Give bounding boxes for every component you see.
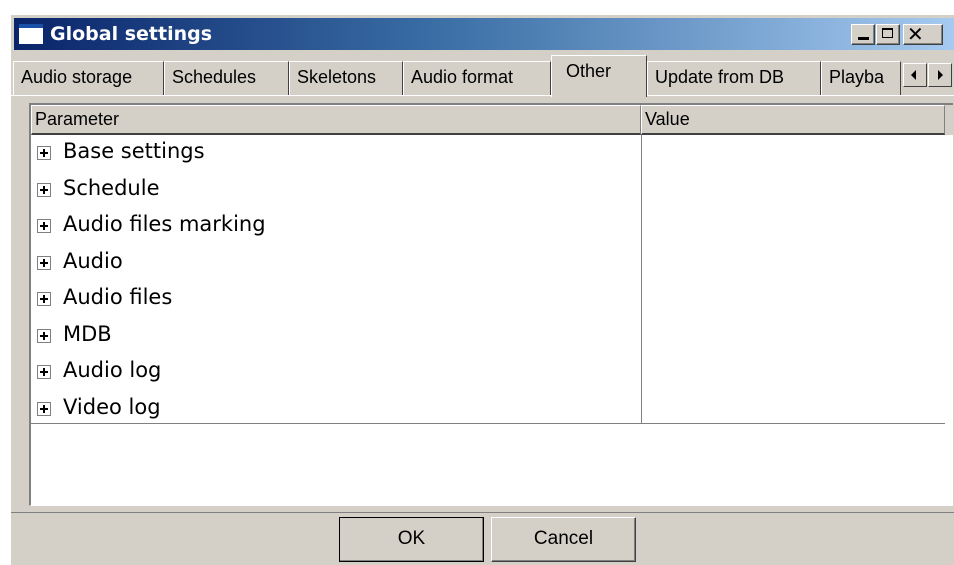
row-label: Audio files xyxy=(63,285,173,309)
column-header-parameter[interactable]: Parameter xyxy=(31,105,641,135)
plus-box-icon[interactable] xyxy=(37,328,51,343)
grid-row[interactable]: MDB xyxy=(31,318,953,355)
grid-row[interactable]: Audio log xyxy=(31,354,953,391)
tab-scroll-right-button[interactable] xyxy=(928,63,952,87)
settings-grid[interactable]: Parameter Value Base settings Schedule A… xyxy=(29,103,953,506)
tab-audio-storage[interactable]: Audio storage xyxy=(13,61,164,95)
tab-other[interactable]: Other xyxy=(551,55,647,97)
arrow-left-icon xyxy=(911,70,916,80)
footer-separator xyxy=(11,512,954,513)
window-icon xyxy=(19,24,43,44)
plus-box-icon[interactable] xyxy=(37,219,51,233)
window-title: Global settings xyxy=(50,23,213,45)
title-bar[interactable]: Global settings ✕ xyxy=(14,18,954,50)
tab-strip: Audio storage Schedules Skeletons Audio … xyxy=(11,55,954,97)
row-label: Base settings xyxy=(63,139,205,163)
row-label: MDB xyxy=(63,321,112,346)
tab-update-from-db[interactable]: Update from DB xyxy=(647,61,821,95)
grid-row[interactable]: Audio files xyxy=(31,281,953,318)
row-label: Audio log xyxy=(63,358,162,382)
minimize-icon xyxy=(858,37,869,40)
cancel-button[interactable]: Cancel xyxy=(491,517,636,562)
tab-skeletons[interactable]: Skeletons xyxy=(289,61,403,95)
plus-box-icon[interactable] xyxy=(37,182,51,197)
grid-header: Parameter Value xyxy=(31,105,953,135)
grid-row[interactable]: Schedule xyxy=(31,172,953,209)
tab-schedules[interactable]: Schedules xyxy=(164,61,289,95)
tab-audio-format[interactable]: Audio format xyxy=(403,61,551,95)
maximize-icon xyxy=(882,28,893,38)
grid-row[interactable]: Audio xyxy=(31,245,953,282)
plus-box-icon[interactable] xyxy=(37,365,51,379)
tab-page-other: Parameter Value Base settings Schedule A… xyxy=(11,95,954,515)
plus-box-icon[interactable] xyxy=(37,292,51,306)
global-settings-window: Global settings ✕ Audio storage Schedule… xyxy=(10,14,954,565)
plus-box-icon[interactable] xyxy=(37,146,51,160)
grid-row[interactable]: Base settings xyxy=(31,135,953,172)
plus-box-icon[interactable] xyxy=(37,401,51,416)
ok-button[interactable]: OK xyxy=(339,517,484,562)
tab-scroll-left-button[interactable] xyxy=(903,63,927,87)
rows-bottom-line xyxy=(31,423,945,424)
grid-rows: Base settings Schedule Audio files marki… xyxy=(31,135,953,427)
grid-row[interactable]: Video log xyxy=(31,391,953,428)
column-header-value[interactable]: Value xyxy=(641,105,945,135)
tab-playback[interactable]: Playba xyxy=(821,61,901,95)
maximize-button[interactable] xyxy=(876,24,900,45)
plus-box-icon[interactable] xyxy=(37,255,51,270)
minimize-button[interactable] xyxy=(851,24,875,45)
row-label: Schedule xyxy=(63,175,160,200)
arrow-right-icon xyxy=(938,70,943,80)
close-icon: ✕ xyxy=(907,22,924,46)
row-label: Audio files marking xyxy=(63,212,266,236)
close-button[interactable]: ✕ xyxy=(903,22,943,46)
grid-row[interactable]: Audio files marking xyxy=(31,208,953,245)
row-label: Video log xyxy=(63,394,161,419)
row-label: Audio xyxy=(63,248,123,273)
